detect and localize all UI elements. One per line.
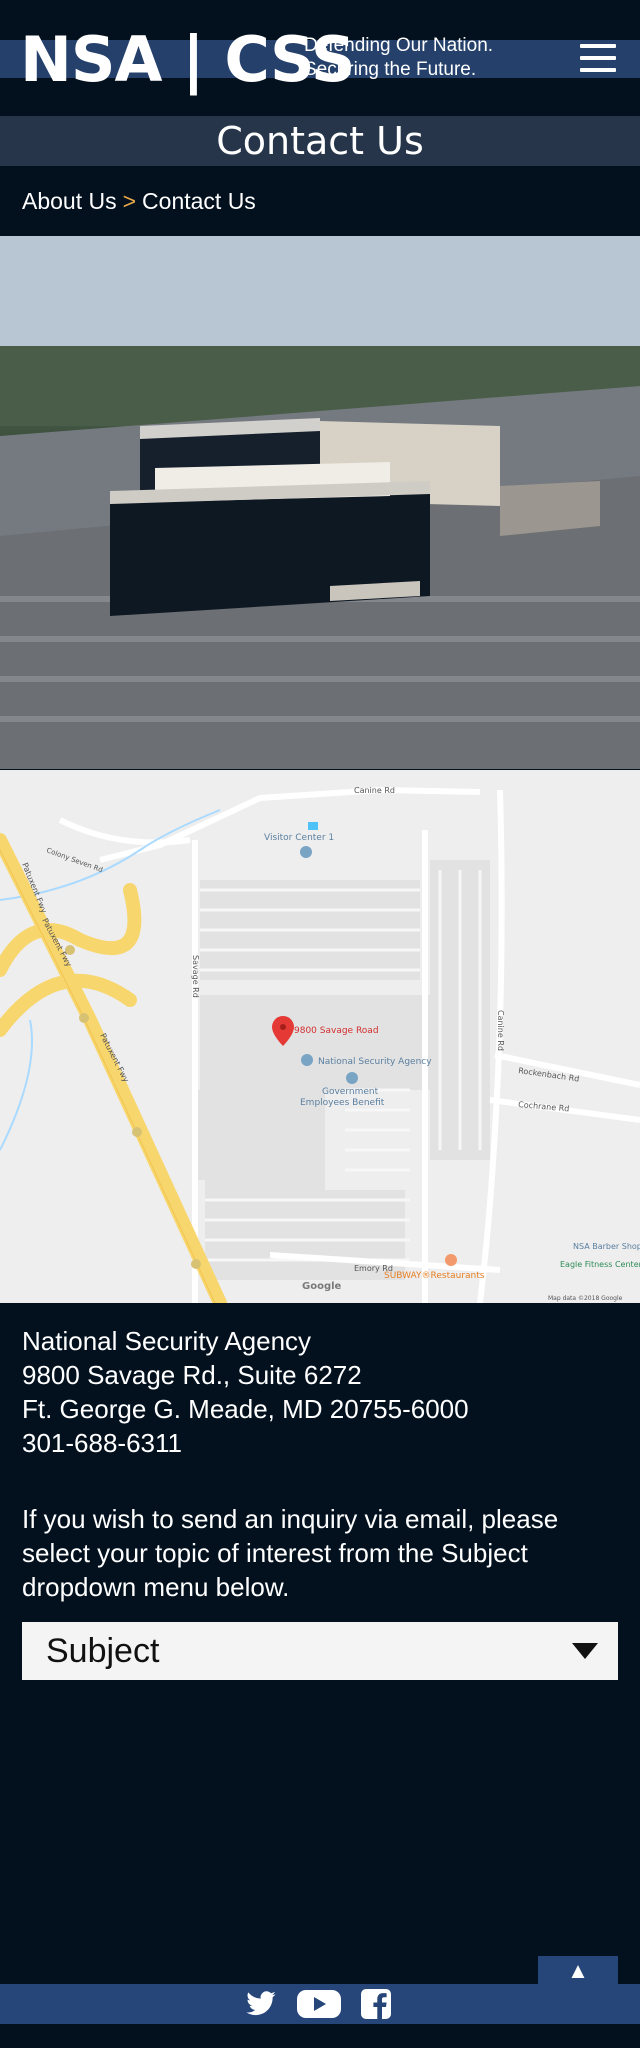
map-road-savage: Savage Rd — [191, 955, 200, 998]
headquarters-photo — [0, 236, 640, 769]
map-marker-label: 9800 Savage Road — [294, 1026, 379, 1036]
map-place-visitor: Visitor Center 1 — [264, 833, 334, 843]
map-road-canine-top: Canine Rd — [354, 786, 395, 795]
map-road-emory: Emory Rd — [354, 1264, 393, 1273]
breadcrumb-about-us[interactable]: About Us — [22, 188, 117, 214]
breadcrumb-current: Contact Us — [142, 188, 256, 214]
inquiry-instructions: If you wish to send an inquiry via email… — [22, 1504, 559, 1602]
address-phone[interactable]: 301-688-6311 — [22, 1426, 469, 1460]
subject-dropdown[interactable]: Subject — [22, 1622, 618, 1680]
address-city: Ft. George G. Meade, MD 20755-6000 — [22, 1394, 469, 1424]
facebook-icon[interactable] — [360, 1988, 392, 2020]
tagline-line-1: Defending Our Nation. — [304, 35, 494, 56]
back-to-top-button[interactable]: ▲ — [538, 1956, 618, 1986]
chevron-down-icon — [572, 1643, 598, 1659]
map-place-barber: NSA Barber Shop — [573, 1242, 640, 1251]
site-tagline: Defending Our Nation. Securing the Futur… — [304, 34, 493, 82]
map-place-eagle: Eagle Fitness Center — [560, 1260, 640, 1269]
map-road-canine-right: Canine Rd — [496, 1010, 505, 1051]
map-place-gov-1: Government — [322, 1087, 379, 1097]
contact-address: National Security Agency 9800 Savage Rd.… — [22, 1324, 469, 1460]
map-place-subway: SUBWAY®Restaurants — [384, 1271, 485, 1281]
address-street: 9800 Savage Rd., Suite 6272 — [22, 1360, 362, 1390]
location-map[interactable]: 9800 Savage Road National Security Agenc… — [0, 770, 640, 1303]
hamburger-menu-icon[interactable] — [578, 42, 618, 74]
tagline-line-2: Securing the Future. — [304, 59, 477, 80]
breadcrumb-separator: > — [122, 188, 137, 214]
map-attribution: Map data ©2018 Google — [548, 1295, 623, 1302]
page-title: Contact Us — [216, 119, 424, 163]
breadcrumb: About Us > Contact Us — [22, 186, 256, 216]
youtube-icon[interactable] — [296, 1988, 342, 2020]
twitter-icon[interactable] — [243, 1988, 279, 2020]
map-place-gov-2: Employees Benefit — [300, 1098, 385, 1108]
map-place-nsa: National Security Agency — [318, 1057, 432, 1067]
map-google-logo: Google — [302, 1281, 342, 1292]
subject-dropdown-value: Subject — [46, 1632, 160, 1670]
address-org: National Security Agency — [22, 1326, 312, 1356]
